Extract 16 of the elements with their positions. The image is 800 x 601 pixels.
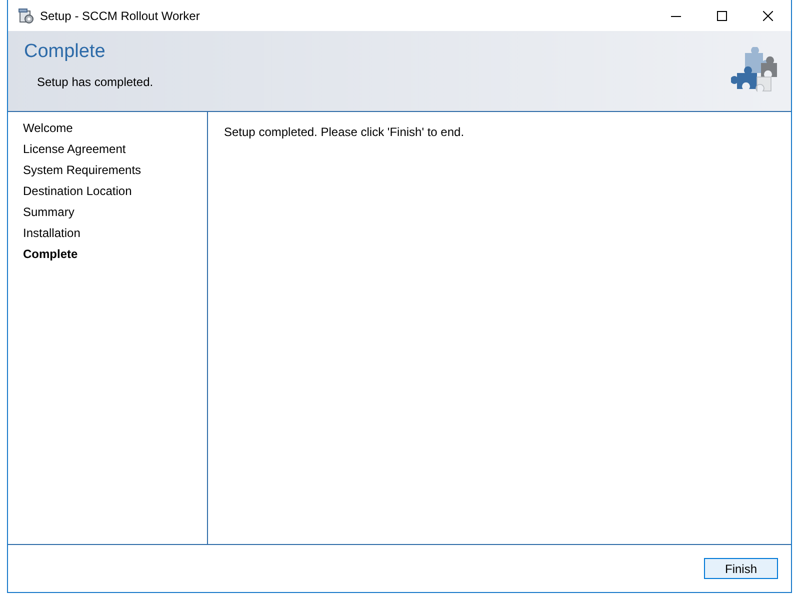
maximize-icon [717, 10, 727, 20]
step-item: License Agreement [23, 142, 127, 158]
close-icon [763, 10, 773, 20]
setup-icon [18, 8, 34, 24]
completion-message: Setup completed. Please click 'Finish' to end. [224, 125, 464, 139]
page-subtitle: Setup has completed. [37, 75, 154, 89]
step-item: System Requirements [23, 163, 142, 179]
step-item: Complete [23, 247, 79, 263]
step-item: Destination Location [23, 184, 133, 200]
step-item: Summary [23, 205, 76, 221]
step-item: Welcome [23, 121, 74, 137]
puzzle-icon [731, 47, 779, 95]
page-heading: Complete [24, 41, 106, 63]
step-item: Installation [23, 226, 82, 242]
window-title: Setup - SCCM Rollout Worker [40, 8, 200, 22]
finish-button[interactable]: Finish [704, 558, 778, 579]
